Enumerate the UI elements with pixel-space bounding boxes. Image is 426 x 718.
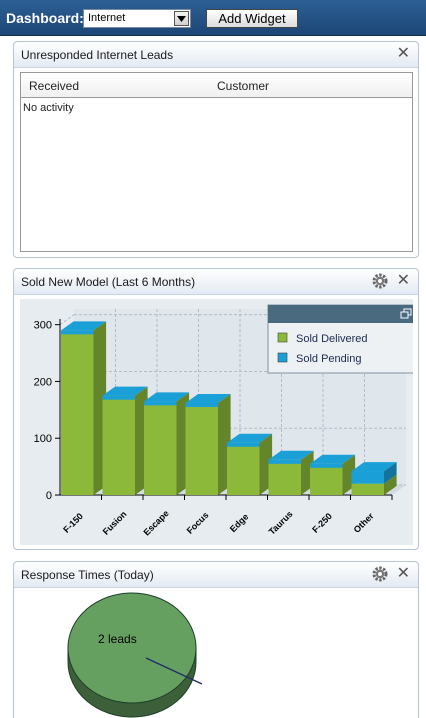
dashboard-label: Dashboard: — [6, 10, 84, 26]
chevron-down-icon[interactable] — [174, 11, 189, 26]
pie-label: 2 leads — [98, 632, 137, 646]
leads-table: Received Customer No activity — [20, 72, 413, 252]
dashboard-select[interactable]: Internet — [83, 9, 191, 28]
add-widget-button[interactable]: Add Widget — [206, 9, 298, 28]
leads-widget-header: Unresponded Internet Leads ✕ — [14, 42, 418, 68]
legend-label-1: Sold Pending — [296, 353, 361, 365]
bar-cap-7 — [351, 471, 384, 476]
empty-message: No activity — [23, 102, 74, 114]
bar-0-5 — [268, 459, 301, 495]
gear-icon[interactable] — [372, 566, 388, 582]
y-tick-label: 300 — [34, 320, 52, 332]
bar-0-0 — [61, 330, 94, 495]
bar-cap-3 — [185, 403, 218, 408]
leads-widget: Unresponded Internet Leads ✕ Received Cu… — [13, 41, 419, 258]
sold-widget: Sold New Model (Last 6 Months) ✕ 0 100 200… — [13, 268, 419, 550]
sold-widget-header: Sold New Model (Last 6 Months) ✕ — [14, 269, 418, 295]
legend-swatch-0 — [277, 332, 288, 343]
legend-swatch-1 — [277, 352, 288, 363]
response-widget-header: Response Times (Today) ✕ — [14, 562, 418, 588]
bar-cap-4 — [227, 442, 260, 447]
gear-icon[interactable] — [372, 273, 388, 289]
close-icon[interactable]: ✕ — [397, 45, 410, 63]
bar-cap-0 — [61, 330, 94, 335]
response-chart: 2 leads — [14, 588, 420, 718]
y-tick-label: 200 — [34, 376, 52, 388]
response-chart-svg: 2 leads — [67, 592, 203, 718]
close-icon[interactable]: ✕ — [397, 272, 410, 290]
bar-0-4 — [227, 442, 260, 495]
restore-icon-front — [400, 311, 409, 319]
sold-widget-title: Sold New Model (Last 6 Months) — [21, 275, 196, 289]
sold-chart-svg: 0100200300F-150 Fusion Escape Focus Edge Taur… — [20, 299, 419, 545]
leads-table-header: Received Customer — [21, 73, 412, 98]
legend-label-0: Sold Delivered — [296, 333, 368, 345]
y-tick-label: 100 — [34, 433, 52, 445]
bar-0-1 — [102, 395, 135, 495]
leads-widget-title: Unresponded Internet Leads — [21, 48, 174, 62]
response-widget-title: Response Times (Today) — [21, 568, 154, 582]
column-header-received[interactable]: Received — [29, 79, 79, 93]
sold-chart: 0 100 200 300 F-150 Fusion Escape Focus Edge Taur… — [20, 299, 419, 545]
chart-legend: Sold Delivered Sold Pending — [267, 304, 419, 374]
legend-titlebar — [268, 305, 418, 323]
bar-cap-5 — [268, 459, 301, 464]
bar-0-3 — [185, 403, 218, 495]
y-tick-label: 0 — [46, 490, 52, 502]
pie-slice — [67, 592, 197, 704]
dashboard-toolbar: Dashboard: Internet Add Widget — [0, 0, 426, 36]
response-widget: Response Times (Today) ✕ 2 leads — [13, 561, 419, 718]
column-header-customer[interactable]: Customer — [217, 79, 269, 93]
bar-cap-1 — [102, 395, 135, 400]
bar-cap-6 — [310, 463, 343, 468]
bar-0-6 — [310, 463, 343, 495]
bar-cap-2 — [144, 401, 177, 406]
dashboard-select-value: Internet — [88, 12, 126, 24]
close-icon[interactable]: ✕ — [397, 565, 410, 583]
bar-0-2 — [144, 401, 177, 495]
bar-0-7 — [351, 483, 384, 495]
